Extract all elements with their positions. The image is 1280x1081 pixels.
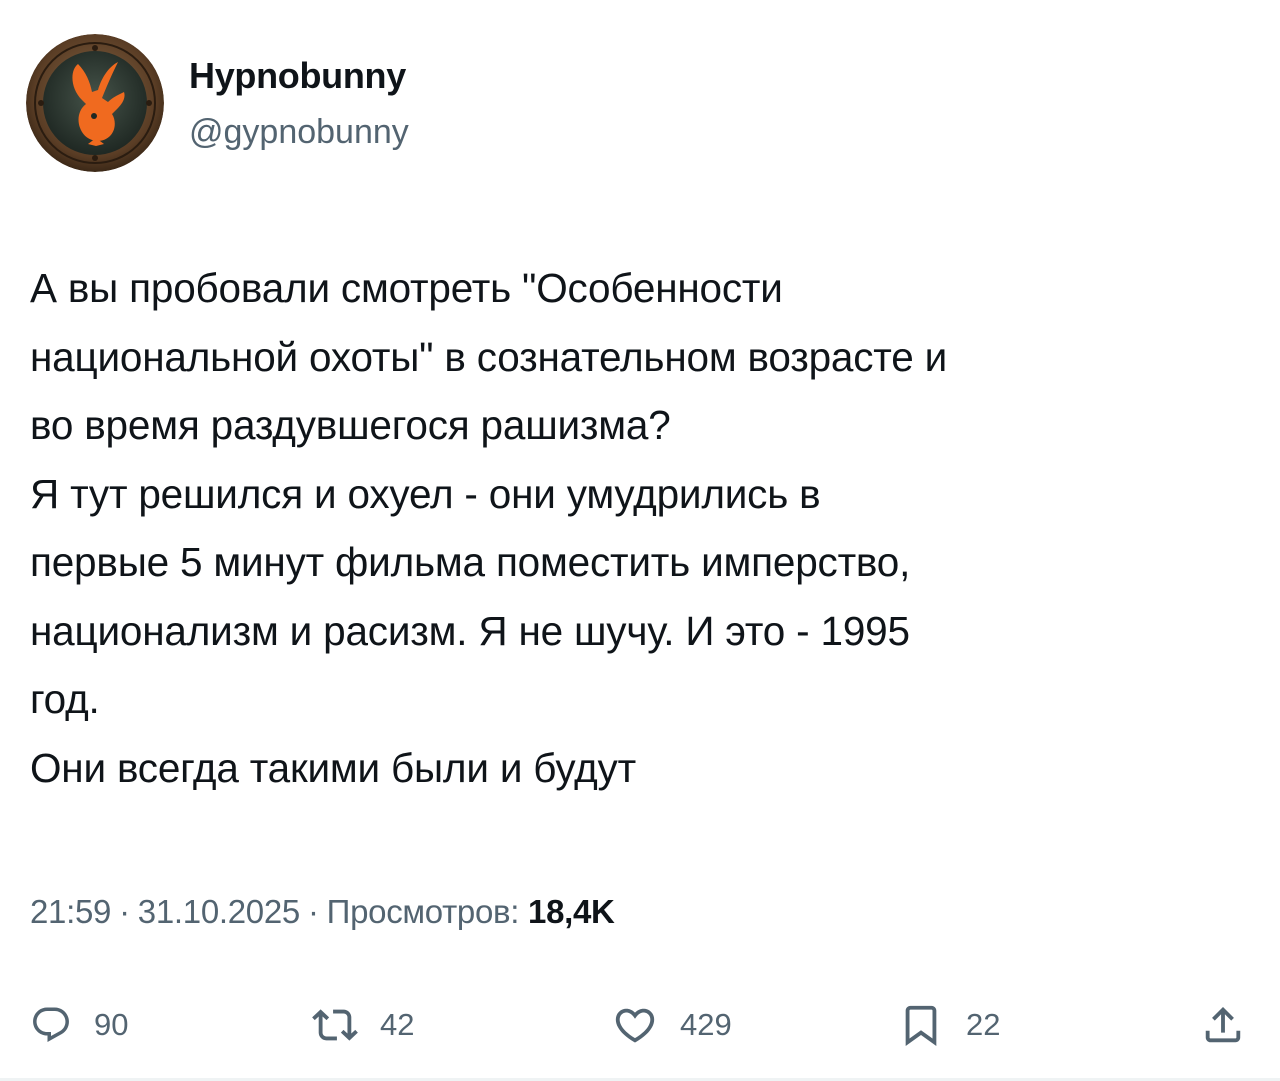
- bookmark-count: 22: [966, 1007, 1001, 1042]
- tweet-card: Hypnobunny @gypnobunny А вы пробовали см…: [0, 0, 1280, 1081]
- author-handle[interactable]: @gypnobunny: [189, 113, 409, 152]
- tweet-actions-bar: 90 42 429 22: [0, 990, 1280, 1060]
- heart-icon: [615, 1008, 655, 1043]
- tweet-date[interactable]: 31.10.2025: [138, 893, 300, 930]
- tweet-text: А вы пробовали смотреть "Особенности нац…: [30, 265, 948, 791]
- views-count: 18,4K: [528, 893, 615, 930]
- reply-icon: [33, 1007, 69, 1042]
- retweet-button[interactable]: 42: [312, 990, 414, 1060]
- like-count: 429: [680, 1007, 732, 1042]
- tweet-meta: 21:59 · 31.10.2025 · Просмотров: 18,4K: [30, 893, 615, 931]
- views-label: Просмотров:: [326, 893, 520, 930]
- retweet-count: 42: [380, 1007, 415, 1042]
- like-button[interactable]: 429: [612, 990, 732, 1060]
- bookmark-button[interactable]: 22: [898, 990, 1000, 1060]
- reply-button[interactable]: 90: [30, 990, 128, 1060]
- author-avatar[interactable]: [26, 34, 164, 172]
- meta-separator: ·: [119, 893, 130, 930]
- retweet-icon: [312, 1009, 358, 1041]
- author-display-name[interactable]: Hypnobunny: [189, 55, 406, 97]
- reply-count: 90: [94, 1007, 129, 1042]
- share-icon: [1205, 1006, 1241, 1043]
- share-button[interactable]: [1200, 990, 1246, 1060]
- playboy-bunny-emblem-icon: [26, 34, 164, 172]
- bookmark-icon: [905, 1005, 937, 1046]
- tweet-time[interactable]: 21:59: [30, 893, 111, 930]
- meta-separator: ·: [307, 893, 319, 930]
